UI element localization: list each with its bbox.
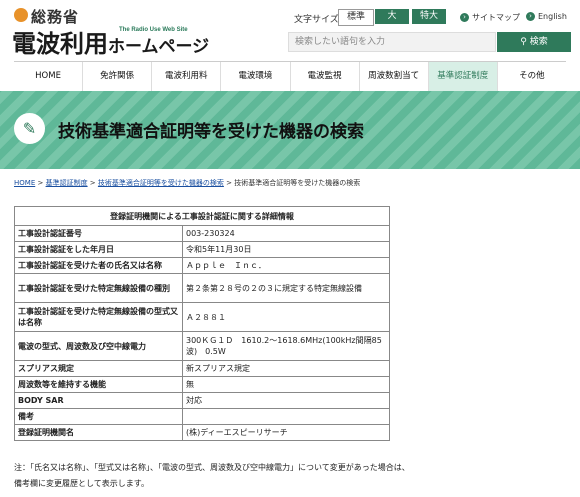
- sitemap-link[interactable]: › サイトマップ: [460, 12, 520, 23]
- table-row: 工事設計認証をした年月日 令和5年11月30日: [14, 241, 390, 258]
- nav-environment[interactable]: 電波環境: [220, 62, 289, 91]
- nav-other[interactable]: その他: [496, 62, 566, 91]
- breadcrumb-current: 技術基準適合証明等を受けた機器の検索: [234, 179, 361, 187]
- breadcrumb-search[interactable]: 技術基準適合証明等を受けた機器の検索: [98, 179, 224, 187]
- table-row: 工事設計認証番号 003-230324: [14, 225, 390, 242]
- site-tagline: The Radio Use Web Site: [119, 27, 188, 33]
- global-nav: HOME 免許関係 電波利用料 電波環境 電波監視 周波数割当て 基準認証制度 …: [14, 61, 566, 92]
- nav-frequency[interactable]: 周波数割当て: [358, 62, 428, 91]
- table-row: スプリアス規定 新スプリアス規定: [14, 360, 390, 377]
- nav-monitoring[interactable]: 電波監視: [289, 62, 359, 91]
- nav-certification[interactable]: 基準認証制度: [427, 62, 497, 91]
- breadcrumb-certification[interactable]: 基準認証制度: [46, 179, 88, 187]
- search-input[interactable]: 検索したい語句を入力: [288, 32, 496, 52]
- search-button[interactable]: ⚲ 検索: [497, 32, 571, 52]
- english-link[interactable]: › English: [526, 12, 567, 21]
- page-title: 技術基準適合証明等を受けた機器の検索: [58, 122, 364, 142]
- font-size-standard-button[interactable]: 標準: [338, 9, 374, 26]
- breadcrumb-home[interactable]: HOME: [14, 179, 35, 187]
- table-row: 工事設計認証を受けた特定無線設備の種別 第２条第２８号の２の３に規定する特定無線設…: [14, 273, 390, 303]
- table-row: 工事設計認証を受けた者の氏名又は名称 Ａｐｐｌｅ Ｉｎｃ．: [14, 257, 390, 274]
- footnote: 注：「氏名又は名称」、「型式又は名称」、「電波の型式、周波数及び空中線電力」につ…: [14, 463, 410, 488]
- table-row: 工事設計認証を受けた特定無線設備の型式又は名称 Ａ２８８１: [14, 302, 390, 332]
- page-banner: ✎ 技術基準適合証明等を受けた機器の検索: [0, 91, 580, 169]
- nav-usage-fee[interactable]: 電波利用料: [151, 62, 220, 91]
- site-name: 電波利用: [12, 30, 108, 58]
- site-name-kana: ホームページ: [108, 37, 210, 57]
- search-icon: ⚲: [520, 37, 527, 47]
- table-row: 登録証明機関名 (株)ディーエスピーリサーチ: [14, 424, 390, 441]
- ministry-logo-icon: [14, 8, 28, 22]
- font-size-xlarge-button[interactable]: 特大: [412, 9, 446, 24]
- detail-table: 登録証明機関による工事設計認証に関する詳細情報 工事設計認証番号 003-2303…: [14, 206, 390, 441]
- table-row: BODY SAR 対応: [14, 392, 390, 409]
- table-row: 周波数等を維持する機能無: [14, 376, 390, 393]
- nav-license[interactable]: 免許関係: [82, 62, 151, 91]
- nav-home[interactable]: HOME: [14, 62, 82, 91]
- table-title: 登録証明機関による工事設計認証に関する詳細情報: [14, 206, 390, 226]
- font-size-large-button[interactable]: 大: [375, 9, 409, 24]
- breadcrumb: HOME > 基準認証制度 > 技術基準適合証明等を受けた機器の検索 > 技術基…: [14, 179, 361, 187]
- chevron-right-icon: ›: [460, 13, 469, 22]
- site-header: 総務省 電波利用ホームページ The Radio Use Web Site 文字…: [0, 0, 580, 60]
- chevron-right-icon: ›: [526, 12, 535, 21]
- table-row: 電波の型式、周波数及び空中線電力 300ＫＧ１Ｄ 1610.2〜1618.6MHz…: [14, 331, 390, 361]
- table-row: 備考: [14, 408, 390, 425]
- book-icon: ✎: [14, 113, 45, 144]
